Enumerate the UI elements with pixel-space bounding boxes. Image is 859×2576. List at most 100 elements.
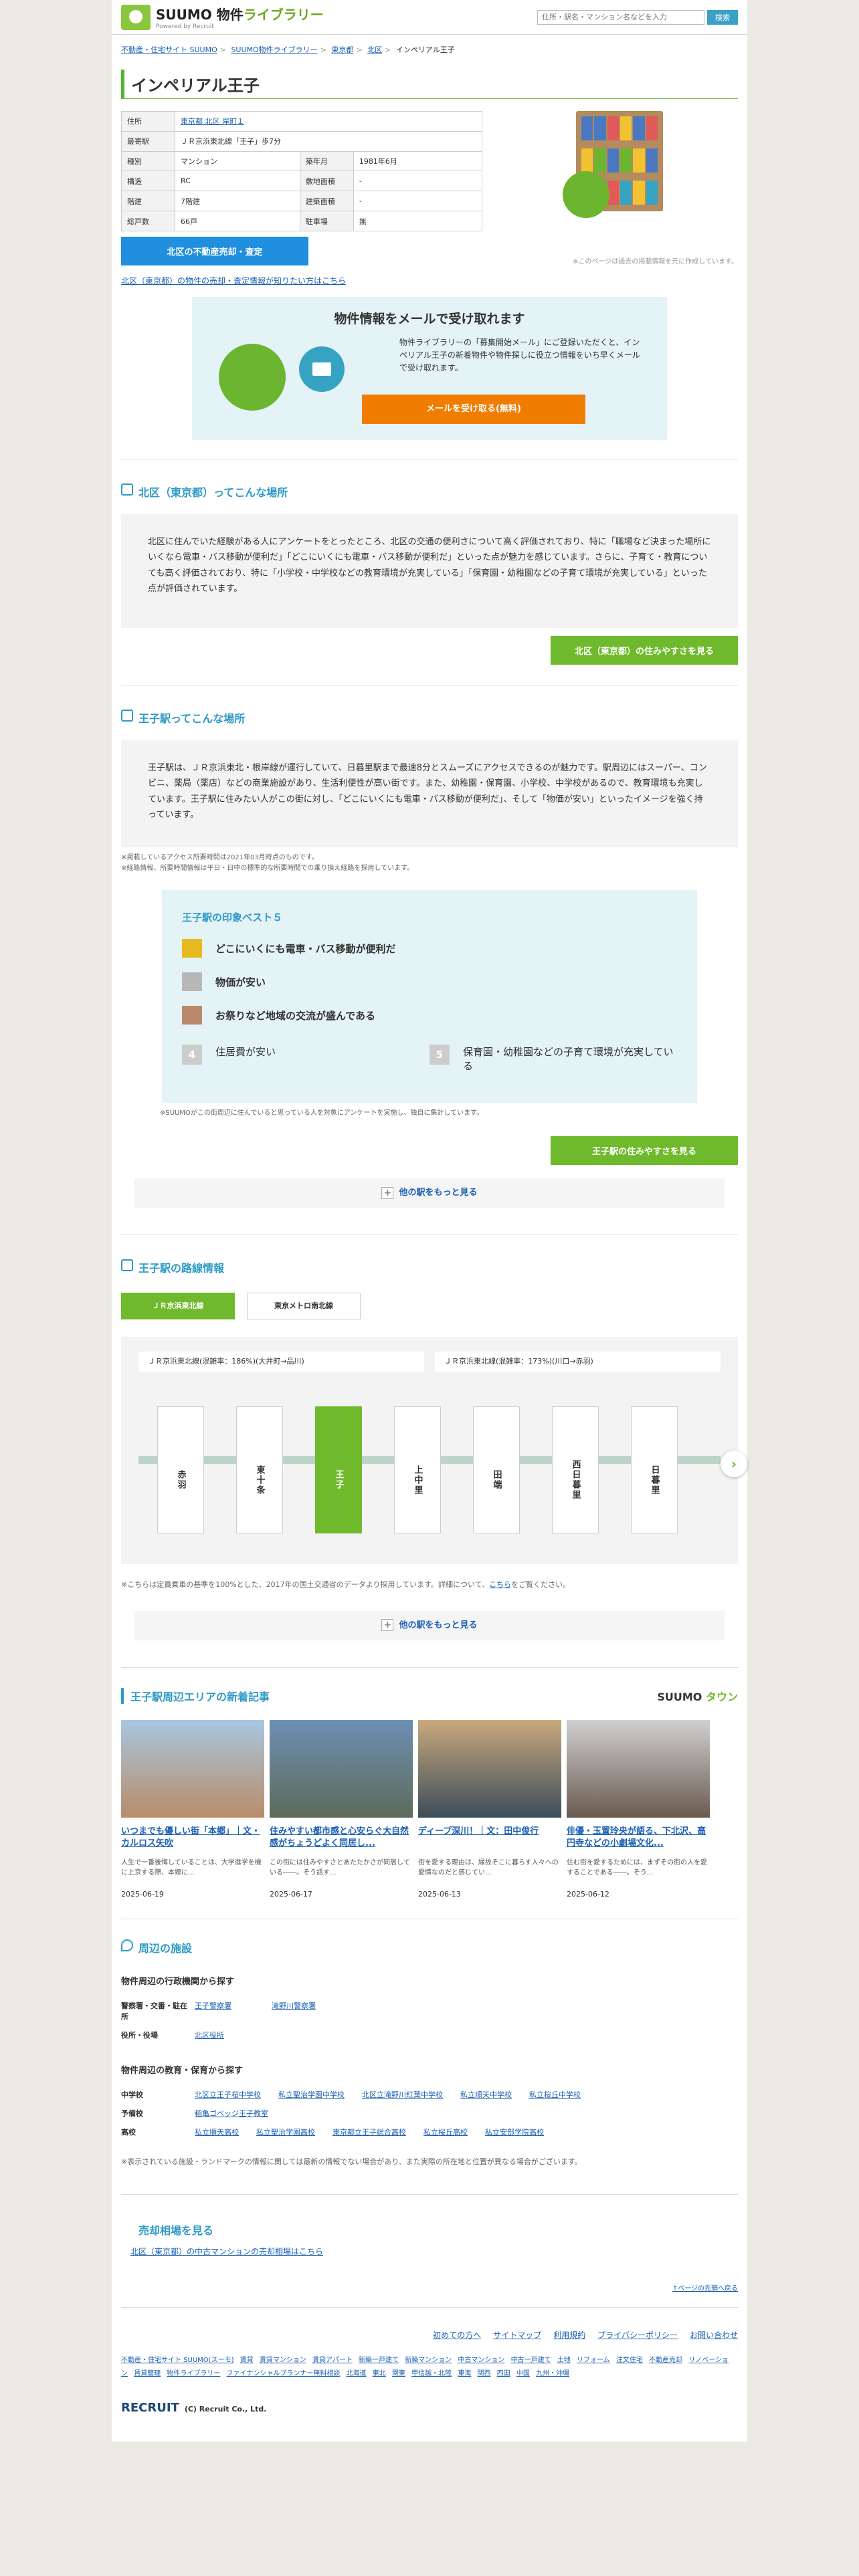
- sell-button[interactable]: 北区の不動産売却・査定: [121, 237, 308, 265]
- facility-link[interactable]: 北区立滝野川紅葉中学校: [362, 2090, 443, 2099]
- footer-link[interactable]: 賃貸: [240, 2357, 254, 2364]
- footer-link[interactable]: 新築一戸建て: [359, 2357, 399, 2364]
- search-button[interactable]: 検索: [707, 9, 738, 25]
- footer-link[interactable]: リフォーム: [577, 2357, 610, 2364]
- article-title[interactable]: いつまでも優しい街「本郷」｜文・カルロス矢吹: [121, 1826, 264, 1851]
- facility-link[interactable]: 私立聖治学園中学校: [278, 2090, 345, 2099]
- footer-link[interactable]: 東海: [458, 2370, 471, 2377]
- mail-signup-button[interactable]: メールを受け取る(無料): [362, 395, 585, 424]
- footer-nav-link[interactable]: 初めての方へ: [433, 2331, 481, 2340]
- facility-link[interactable]: 私立聖治学園高校: [256, 2128, 315, 2137]
- footer-link[interactable]: 甲信越・北陸: [411, 2370, 452, 2377]
- station-card[interactable]: 田端: [473, 1406, 520, 1533]
- footer-link[interactable]: 賃貸マンション: [260, 2357, 306, 2364]
- footer-link[interactable]: 中古一戸建て: [511, 2357, 551, 2364]
- footer-link[interactable]: 注文住宅: [616, 2357, 643, 2364]
- footer-link[interactable]: 賃貸アパート: [312, 2357, 353, 2364]
- station-name: 王子: [333, 1470, 344, 1490]
- crown-gold-icon: [182, 939, 202, 958]
- facility-link[interactable]: 王子警察署: [195, 2002, 231, 2010]
- facilities-note: ※表示されている施設・ランドマークの情報に関しては最新の情報でない場合があり、ま…: [121, 2157, 582, 2166]
- facility-values: 北区立王子桜中学校 私立聖治学園中学校 北区立滝野川紅葉中学校 私立順天中学校 私立桜丘…: [195, 2085, 587, 2104]
- recruit-logo[interactable]: RECRUIT: [121, 2401, 179, 2415]
- footer-link[interactable]: 関西: [478, 2370, 491, 2377]
- crumb-kita[interactable]: 北区: [367, 45, 382, 54]
- crumb-suumo[interactable]: 不動産・住宅サイト SUUMO: [121, 45, 217, 54]
- tab-jr-keihin[interactable]: ＪＲ京浜東北線: [121, 1293, 235, 1319]
- footer-nav-link[interactable]: 利用規約: [553, 2331, 585, 2340]
- facility-link[interactable]: 稲亀ゴベッジ王子教室: [195, 2109, 268, 2118]
- footer-link[interactable]: 物件ライブラリー: [167, 2370, 220, 2377]
- table-row: 最寄駅 ＪＲ京浜東北線「王子」歩7分: [121, 130, 482, 152]
- logo[interactable]: SUUMO 物件ライブラリー Powered by Recruit: [121, 4, 324, 30]
- table-row: 住所 東京都 北区 岸町１: [121, 111, 482, 132]
- facility-link[interactable]: 私立順天中学校: [460, 2090, 512, 2099]
- station-card-current[interactable]: 王子: [315, 1406, 362, 1533]
- footer-nav-link[interactable]: お問い合わせ: [690, 2331, 738, 2340]
- footer-link[interactable]: 北海道: [347, 2370, 367, 2377]
- price-title: 売却相場を見る: [138, 2224, 214, 2238]
- tab-namboku[interactable]: 東京メトロ南北線: [247, 1293, 361, 1319]
- article-title[interactable]: ディープ深川！｜文：田中俊行: [418, 1826, 561, 1851]
- footer-nav-link[interactable]: サイトマップ: [493, 2331, 541, 2340]
- rank-box: 王子駅の印象ベスト５ どこにいくにも電車・バス移動が便利だ 物価が安い お祭りな…: [162, 890, 697, 1103]
- suumo-town-logo[interactable]: SUUMO タウン: [657, 1688, 738, 1704]
- facility-link[interactable]: 東京都立王子総合高校: [332, 2128, 406, 2137]
- station-card[interactable]: 上中里: [394, 1406, 441, 1533]
- footer-nav-link[interactable]: プライバシーポリシー: [597, 2331, 678, 2340]
- footer-link[interactable]: 中国: [516, 2370, 530, 2377]
- footer-link[interactable]: 中古マンション: [458, 2357, 504, 2364]
- facility-link[interactable]: 滝野川警察署: [272, 2002, 316, 2010]
- footer-link[interactable]: 新築マンション: [405, 2357, 452, 2364]
- article-title[interactable]: 住みやすい都市感と心安らぐ大自然感がちょうどよく同居し...: [270, 1826, 413, 1851]
- footer-link[interactable]: 四国: [497, 2370, 510, 2377]
- facility-link[interactable]: 私立安部学院高校: [485, 2128, 544, 2137]
- facility-link[interactable]: 私立桜丘中学校: [529, 2090, 581, 2099]
- rank-4-badge: 4: [182, 1045, 202, 1065]
- facility-link[interactable]: 北区立王子桜中学校: [195, 2090, 261, 2099]
- area-livability-button[interactable]: 北区（東京都）の住みやすさを見る: [551, 636, 738, 665]
- station-card[interactable]: 日暮里: [631, 1406, 678, 1533]
- footer-link[interactable]: 東北: [373, 2370, 386, 2377]
- article-card[interactable]: ディープ深川！｜文：田中俊行 街を愛する理由は、縁故そこに暮らす人々への愛情なのだ…: [418, 1719, 561, 1899]
- footer-link[interactable]: ファイナンシャルプランナー無料相談: [227, 2370, 341, 2377]
- footer-link[interactable]: 賃貸管理: [134, 2370, 161, 2377]
- station-card[interactable]: 東十条: [236, 1406, 283, 1533]
- station-livability-button[interactable]: 王子駅の住みやすさを見る: [551, 1136, 738, 1165]
- info-value: -: [353, 191, 483, 212]
- address-link[interactable]: 東京都 北区 岸町１: [181, 117, 244, 126]
- article-card[interactable]: 住みやすい都市感と心安らぐ大自然感がちょうどよく同居し... この街には住みやすさ…: [270, 1719, 413, 1899]
- footer-link[interactable]: 不動産・住宅サイト SUUMO(スーモ): [121, 2357, 233, 2364]
- route-title: 王子駅の路線情報: [138, 1262, 225, 1275]
- facility-link[interactable]: 私立順天高校: [195, 2128, 239, 2137]
- article-title[interactable]: 俳優・玉置玲央が語る、下北沢、高円寺などの小劇場文化...: [567, 1826, 710, 1851]
- edu-title: 物件周辺の教育・保育から探す: [121, 2065, 244, 2076]
- crumb-tokyo[interactable]: 東京都: [331, 45, 353, 54]
- article-desc: 住む街を愛するためには、まずその街の人を愛することである――。そう...: [567, 1858, 707, 1876]
- station-card[interactable]: 西日暮里: [552, 1406, 599, 1533]
- article-card[interactable]: いつまでも優しい街「本郷」｜文・カルロス矢吹 人生で一番後悔していることは、大学進…: [121, 1719, 264, 1899]
- article-card[interactable]: 俳優・玉置玲央が語る、下北沢、高円寺などの小劇場文化... 住む街を愛するためには…: [567, 1719, 710, 1899]
- route-note-link[interactable]: こちら: [489, 1580, 511, 1589]
- admin-table: 警察署・交番・駐在所 王子警察署 滝野川警察署 役所・役場 北区役所: [121, 1996, 363, 2044]
- back-to-top-link[interactable]: ↑ページの先頭へ戻る: [672, 2285, 738, 2292]
- price-link[interactable]: 北区（東京都）の中古マンションの売却相場はこちら: [130, 2247, 323, 2256]
- station-list: 赤羽 東十条 王子 上中里 田端 西日暮里 日暮里: [157, 1406, 678, 1533]
- search-input[interactable]: [537, 9, 704, 25]
- facility-link[interactable]: 私立桜丘高校: [423, 2128, 468, 2137]
- crumb-library[interactable]: SUUMO物件ライブラリー: [231, 45, 317, 54]
- footer-link[interactable]: 関東: [392, 2370, 405, 2377]
- facility-link[interactable]: 北区役所: [195, 2031, 224, 2040]
- info-key: 階建: [121, 191, 175, 212]
- footer-link[interactable]: 不動産売却: [649, 2357, 682, 2364]
- facilities-heading: 周辺の施設: [121, 1939, 738, 1955]
- info-value: 66戸: [175, 211, 300, 231]
- direction-label: ＪＲ京浜東北線(混雑率：186%)(大井町→品川): [138, 1352, 424, 1372]
- more-stations-button[interactable]: + 他の駅をもっと見る: [134, 1178, 725, 1208]
- footer-link[interactable]: 土地: [557, 2357, 571, 2364]
- sell-link[interactable]: 北区（東京都）の物件の売却・査定情報が知りたい方はこちら: [121, 276, 346, 286]
- chevron-right-icon[interactable]: ›: [721, 1451, 747, 1477]
- more-stations-button[interactable]: + 他の駅をもっと見る: [134, 1610, 725, 1640]
- station-card[interactable]: 赤羽: [157, 1406, 204, 1533]
- footer-link[interactable]: 九州・沖縄: [536, 2370, 569, 2377]
